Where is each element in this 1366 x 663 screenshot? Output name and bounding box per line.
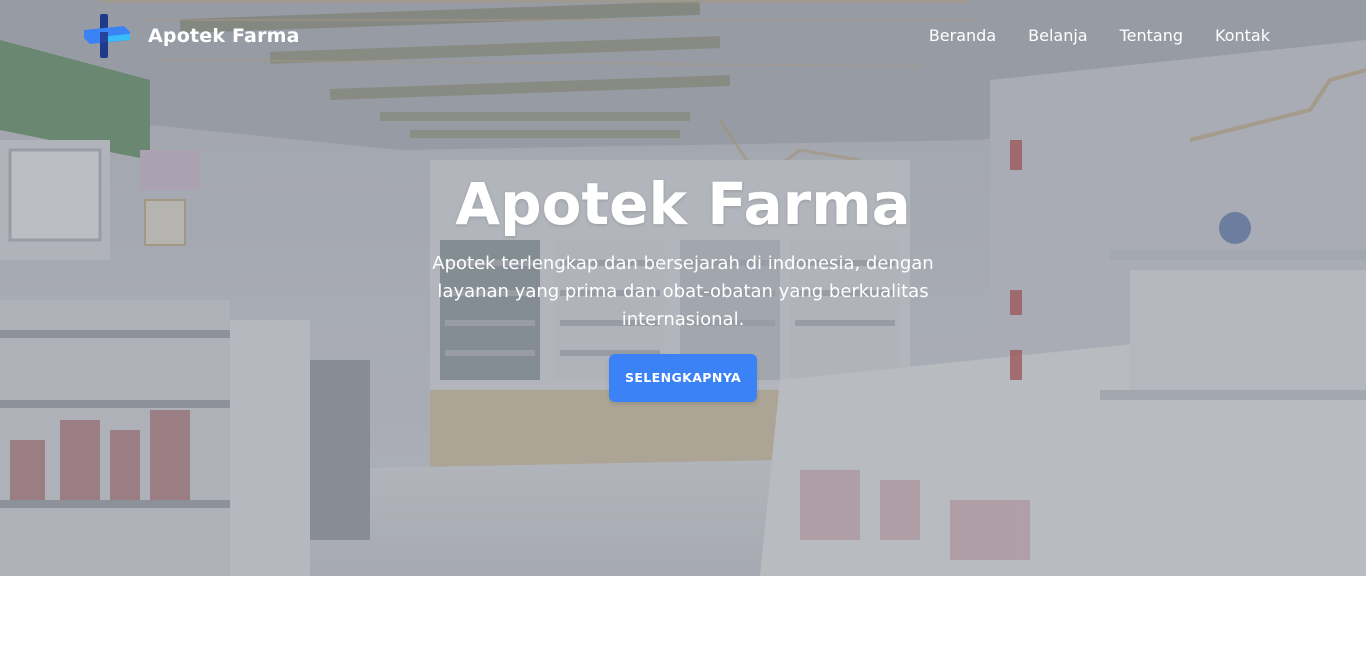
brand-name: Apotek Farma: [148, 25, 300, 47]
hero-title: Apotek Farma: [455, 170, 911, 238]
hero-section: Apotek Farma Beranda Belanja Tentang Kon…: [0, 0, 1366, 576]
hero-description: Apotek terlengkap dan bersejarah di indo…: [432, 253, 934, 330]
selengkapnya-button[interactable]: SELENGKAPNYA: [608, 354, 758, 402]
medical-cross-icon: [84, 14, 132, 58]
nav-item-kontak[interactable]: Kontak: [1215, 26, 1270, 45]
nav-item-beranda[interactable]: Beranda: [929, 26, 996, 45]
navbar: Apotek Farma Beranda Belanja Tentang Kon…: [0, 0, 1366, 72]
nav-item-belanja[interactable]: Belanja: [1028, 26, 1087, 45]
brand[interactable]: Apotek Farma: [84, 14, 300, 58]
hero-content: Apotek Farma Apotek terlengkap dan berse…: [383, 168, 983, 402]
main-nav: Beranda Belanja Tentang Kontak: [929, 26, 1270, 45]
nav-item-tentang[interactable]: Tentang: [1120, 26, 1183, 45]
